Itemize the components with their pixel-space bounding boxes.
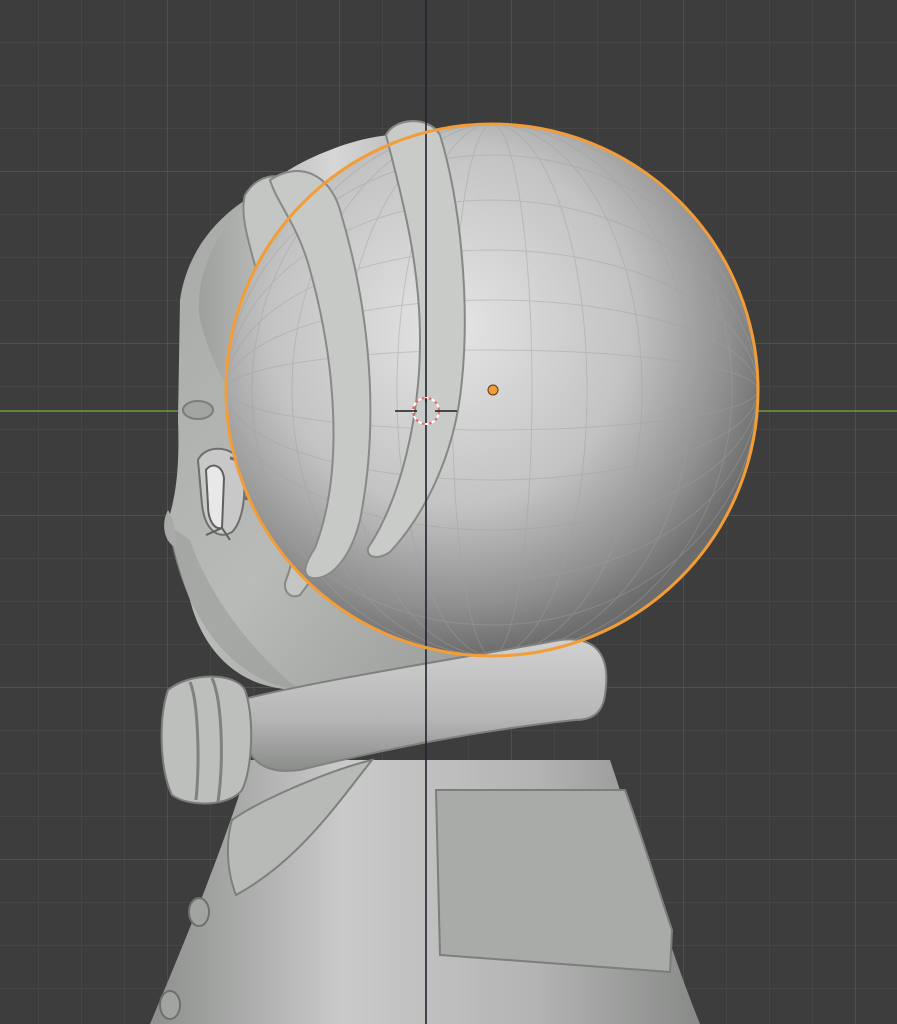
3d-viewport[interactable] bbox=[0, 0, 897, 1024]
eyebrow bbox=[182, 400, 214, 420]
viewport-canvas[interactable] bbox=[0, 0, 897, 1024]
coat-button bbox=[159, 990, 181, 1020]
scarf-knot bbox=[160, 675, 253, 805]
coat-button bbox=[188, 897, 210, 927]
object-origin-dot[interactable] bbox=[487, 384, 499, 396]
